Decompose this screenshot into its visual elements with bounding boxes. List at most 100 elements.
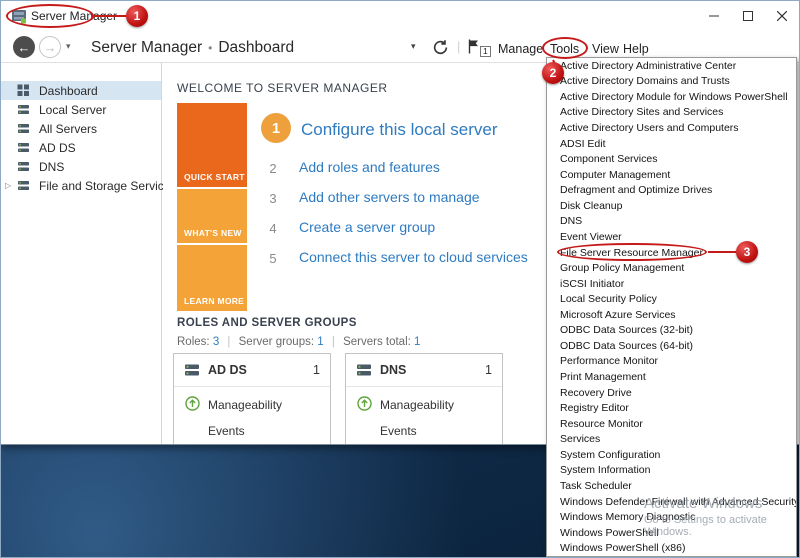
menu-manage[interactable]: Manage <box>498 42 543 56</box>
card-row-manageability[interactable]: Manageability <box>380 398 454 412</box>
tools-menu-item[interactable]: Task Scheduler <box>547 478 796 494</box>
tools-menu-item[interactable]: Performance Monitor <box>547 354 796 370</box>
annotation-oval-tools <box>542 37 588 59</box>
step-3-number: 3 <box>269 191 277 206</box>
card-row-events[interactable]: Events <box>380 424 417 438</box>
annotation-oval-server-manager <box>6 4 94 28</box>
tools-menu-item[interactable]: ADSI Edit <box>547 136 796 152</box>
annotation-oval-fsrm <box>557 243 707 261</box>
server-icon <box>357 364 371 376</box>
sidebar-item-dashboard[interactable]: Dashboard <box>1 81 161 100</box>
sidebar-item-file-storage-services[interactable]: ▷ File and Storage Services <box>1 176 176 195</box>
tools-menu-item[interactable]: System Configuration <box>547 447 796 463</box>
annotation-line-1 <box>94 15 126 17</box>
whats-new-tile[interactable]: WHAT'S NEW <box>177 189 247 243</box>
breadcrumb-current[interactable]: Dashboard <box>218 39 294 56</box>
annotation-badge-1: 1 <box>126 5 148 27</box>
breadcrumb-root[interactable]: Server Manager <box>91 39 202 56</box>
tools-menu-item[interactable]: Active Directory Administrative Center <box>547 58 796 74</box>
tile-label: LEARN MORE <box>184 296 245 306</box>
step-add-roles-features[interactable]: Add roles and features <box>299 159 440 175</box>
menu-view[interactable]: View <box>592 42 619 56</box>
card-divider <box>346 386 502 387</box>
step-configure-local-server[interactable]: Configure this local server <box>301 120 498 140</box>
summary-separator: | <box>227 336 231 348</box>
servers-icon <box>18 124 29 133</box>
annotation-badge-2: 2 <box>542 62 564 84</box>
step-create-server-group[interactable]: Create a server group <box>299 219 435 235</box>
server-icon <box>18 162 29 171</box>
notification-count-badge[interactable]: 1 <box>480 46 491 57</box>
annotation-badge-3: 3 <box>736 241 758 263</box>
tools-menu-item[interactable]: Component Services <box>547 151 796 167</box>
tools-menu-item[interactable]: Print Management <box>547 369 796 385</box>
card-row-manageability[interactable]: Manageability <box>208 398 282 412</box>
breadcrumb-separator: • <box>208 41 213 55</box>
tools-menu-item[interactable]: Disk Cleanup <box>547 198 796 214</box>
tools-menu-item[interactable]: Recovery Drive <box>547 385 796 401</box>
expander-chevron-icon[interactable]: ▷ <box>5 181 11 190</box>
desktop: Server Manager ← → ▾ Server Manager • Dash… <box>0 0 800 558</box>
tools-menu-item[interactable]: Active Directory Domains and Trusts <box>547 74 796 90</box>
tools-menu-item[interactable]: Services <box>547 432 796 448</box>
nav-divider: | <box>457 39 461 54</box>
close-button[interactable] <box>765 1 799 31</box>
maximize-button[interactable] <box>731 1 765 31</box>
sidebar-item-dns[interactable]: DNS <box>1 157 161 176</box>
tools-menu-item[interactable]: Windows PowerShell (x86) <box>547 540 796 556</box>
roles-count: 3 <box>212 336 220 348</box>
learn-more-tile[interactable]: LEARN MORE <box>177 245 247 311</box>
tools-menu-item[interactable]: iSCSI Initiator <box>547 276 796 292</box>
tools-menu-item[interactable]: Local Security Policy <box>547 291 796 307</box>
tile-label: WHAT'S NEW <box>184 228 242 238</box>
tools-menu-item[interactable]: Active Directory Users and Computers <box>547 120 796 136</box>
watermark-line2: Go to Settings to activate Windows. <box>644 514 767 538</box>
sidebar-item-label: File and Storage Services <box>39 178 177 193</box>
step-2-number: 2 <box>269 161 277 176</box>
tools-menu-item[interactable]: ODBC Data Sources (32-bit) <box>547 323 796 339</box>
tools-menu-item[interactable]: ODBC Data Sources (64-bit) <box>547 338 796 354</box>
watermark-line1: Activate Windows <box>644 495 763 512</box>
dashboard-chevron-icon[interactable]: ▾ <box>411 41 416 52</box>
server-groups-count: 1 <box>317 336 324 348</box>
sidebar-item-label: Dashboard <box>39 83 98 98</box>
window-controls <box>697 1 799 31</box>
card-title: AD DS <box>208 363 247 377</box>
card-server-count: 1 <box>313 363 320 377</box>
step-connect-cloud-services[interactable]: Connect this server to cloud services <box>299 249 528 265</box>
tools-menu-item[interactable]: Microsoft Azure Services <box>547 307 796 323</box>
refresh-icon[interactable] <box>432 39 449 56</box>
step-5-number: 5 <box>269 251 277 266</box>
tools-menu-item[interactable]: Computer Management <box>547 167 796 183</box>
forward-button[interactable]: → <box>39 36 61 58</box>
server-icon <box>18 105 29 114</box>
tools-menu-item[interactable]: Defragment and Optimize Drives <box>547 183 796 199</box>
tools-menu-item[interactable]: Resource Monitor <box>547 416 796 432</box>
tools-menu-item[interactable]: Event Viewer <box>547 229 796 245</box>
card-row-events[interactable]: Events <box>208 424 245 438</box>
step-add-other-servers[interactable]: Add other servers to manage <box>299 189 480 205</box>
role-card-dns: DNS 1 Manageability Events <box>345 353 503 444</box>
tools-menu-item[interactable]: Group Policy Management <box>547 260 796 276</box>
card-divider <box>174 386 330 387</box>
sidebar-item-all-servers[interactable]: All Servers <box>1 119 161 138</box>
server-icon <box>18 143 29 152</box>
history-chevron-icon[interactable]: ▾ <box>66 41 71 52</box>
tools-menu-item[interactable]: System Information <box>547 463 796 479</box>
quick-start-tile[interactable]: QUICK START <box>177 103 247 187</box>
tools-menu-item[interactable]: DNS <box>547 214 796 230</box>
tools-menu-item[interactable]: Active Directory Module for Windows Powe… <box>547 89 796 105</box>
sidebar-item-label: All Servers <box>39 121 98 136</box>
menu-help[interactable]: Help <box>623 42 649 56</box>
activate-windows-watermark: Activate Windows Go to Settings to activ… <box>644 495 799 538</box>
minimize-button[interactable] <box>697 1 731 31</box>
back-button[interactable]: ← <box>13 36 35 58</box>
server-groups-label: Server groups: <box>238 336 315 348</box>
notifications-flag-icon[interactable] <box>467 38 481 55</box>
minimize-icon <box>709 15 719 17</box>
tools-menu-item[interactable]: Registry Editor <box>547 400 796 416</box>
sidebar-item-ad-ds[interactable]: AD DS <box>1 138 161 157</box>
sidebar-item-label: DNS <box>39 159 65 174</box>
tools-menu-item[interactable]: Active Directory Sites and Services <box>547 105 796 121</box>
sidebar-item-local-server[interactable]: Local Server <box>1 100 161 119</box>
